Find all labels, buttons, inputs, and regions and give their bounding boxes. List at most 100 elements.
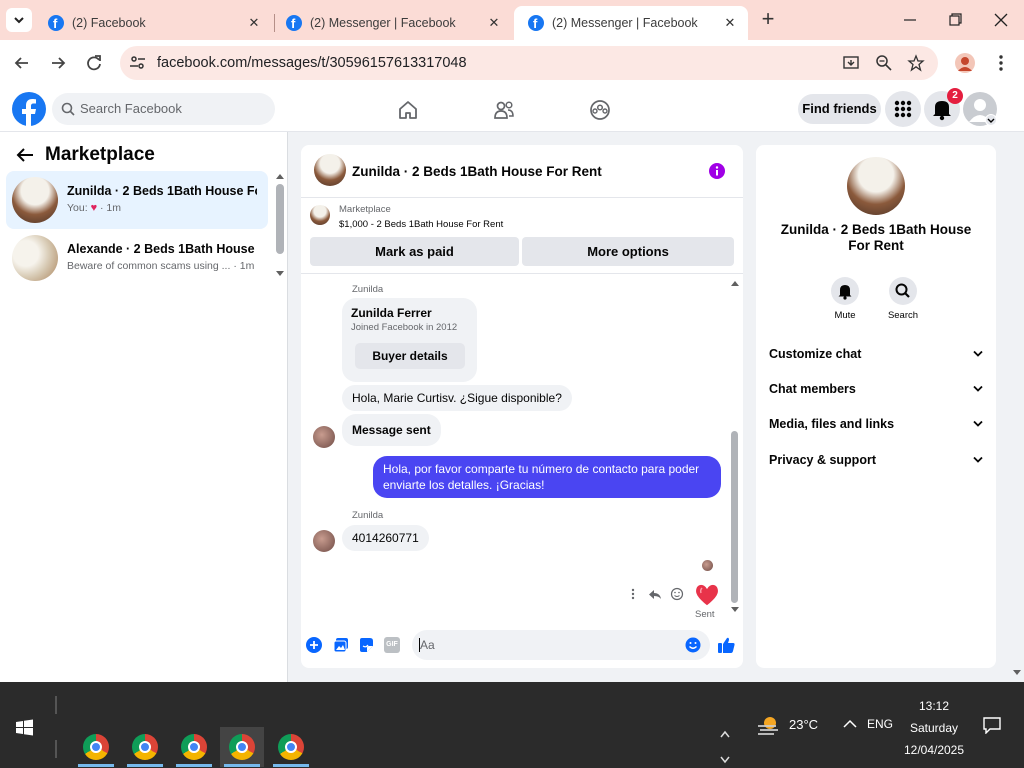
minimize-window-button[interactable] (888, 8, 932, 32)
customize-chat-section[interactable]: Customize chat (769, 347, 983, 367)
close-tab-icon[interactable]: ✕ (718, 15, 742, 31)
taskbar-chrome-window-5[interactable] (269, 727, 313, 767)
nav-home[interactable] (396, 98, 420, 122)
notification-center-button[interactable] (982, 716, 1002, 734)
browser-tab-3-active[interactable]: (2) Messenger | Facebook ✕ (514, 6, 748, 40)
nav-groups[interactable] (588, 98, 612, 122)
nav-friends[interactable] (492, 98, 516, 122)
address-bar[interactable]: facebook.com/messages/t/3059615761331704… (120, 46, 938, 80)
new-tab-button[interactable]: + (756, 7, 780, 31)
taskbar-scroll-arrows-icon (720, 730, 730, 764)
scrollbar-thumb[interactable] (276, 184, 284, 254)
scrollbar-thumb[interactable] (731, 431, 738, 603)
taskbar-chrome-window-1[interactable] (74, 727, 118, 767)
privacy-support-section[interactable]: Privacy & support (769, 453, 983, 473)
reload-button[interactable] (83, 52, 105, 74)
clock[interactable]: 13:12 Saturday 12/04/2025 (898, 695, 970, 761)
smiley-icon (670, 587, 684, 601)
message-bubble-incoming[interactable]: Message sent (342, 414, 441, 446)
mark-as-paid-button[interactable]: Mark as paid (310, 237, 519, 266)
like-button[interactable] (717, 636, 735, 654)
heart-sticker[interactable] (693, 582, 721, 608)
search-icon (895, 283, 910, 298)
chat-header-avatar[interactable] (314, 154, 346, 186)
close-window-button[interactable] (978, 8, 1022, 32)
gif-button[interactable]: GIF (384, 637, 400, 653)
menu-button[interactable] (885, 91, 921, 127)
clock-day: Saturday (909, 721, 959, 735)
more-actions-button[interactable] (306, 637, 322, 653)
facebook-favicon-icon (48, 15, 64, 31)
restore-window-button[interactable] (933, 8, 977, 32)
panel-title: Marketplace (45, 144, 155, 165)
conversation-title: Alexande · 2 Beds 1Bath House ... (67, 242, 257, 256)
page-scroll-down-icon[interactable] (1012, 668, 1022, 678)
facebook-search-input[interactable]: Search Facebook (52, 93, 275, 125)
info-avatar[interactable] (847, 157, 905, 215)
back-button[interactable] (11, 52, 33, 74)
reply-button[interactable] (648, 587, 662, 601)
react-button[interactable] (670, 587, 684, 601)
grid-menu-icon (894, 100, 912, 118)
mute-button[interactable] (831, 277, 859, 305)
start-button[interactable] (10, 714, 38, 742)
facebook-logo[interactable] (12, 92, 46, 126)
taskbar-chrome-window-3[interactable] (172, 727, 216, 767)
message-bubble-outgoing[interactable]: Hola, por favor comparte tu número de co… (373, 456, 721, 498)
forward-button[interactable] (47, 52, 69, 74)
chat-info-button[interactable] (709, 163, 725, 179)
temperature: 23°C (789, 717, 819, 732)
message-bubble-incoming[interactable]: 4014260771 (342, 525, 429, 551)
show-hidden-icons-button[interactable] (843, 718, 857, 730)
sticker-icon (360, 638, 373, 652)
list-scrollbar[interactable] (275, 172, 285, 278)
sticker-button[interactable] (358, 637, 374, 653)
close-tab-icon[interactable]: ✕ (482, 15, 506, 31)
buyer-details-button[interactable]: Buyer details (355, 343, 465, 369)
search-icon (61, 102, 75, 116)
browser-tab-strip: (2) Facebook ✕ (2) Messenger | Facebook … (0, 0, 1024, 40)
profile-avatar-button[interactable] (955, 53, 975, 73)
attach-photo-button[interactable] (333, 637, 349, 653)
chat-title[interactable]: Zunilda · 2 Beds 1Bath House For Rent (352, 164, 602, 179)
chevron-down-icon (14, 17, 24, 24)
message-input[interactable]: Aa (412, 630, 710, 660)
search-label: Search (887, 310, 919, 321)
zoom-icon[interactable] (875, 54, 893, 72)
emoji-icon[interactable] (685, 637, 701, 653)
taskbar-scroll[interactable] (718, 728, 732, 766)
media-files-links-section[interactable]: Media, files and links (769, 417, 983, 437)
listing-thumbnail-small (310, 205, 330, 225)
facebook-header: Search Facebook Find friends 2 (0, 86, 1024, 132)
conversation-item[interactable]: Alexande · 2 Beds 1Bath House ... Beware… (6, 229, 268, 287)
language-indicator[interactable]: ENG (867, 717, 893, 731)
conversation-item-active[interactable]: Zunilda · 2 Beds 1Bath House Fo... You: … (6, 171, 268, 229)
browser-tab-2[interactable]: (2) Messenger | Facebook ✕ (272, 6, 512, 40)
install-app-icon[interactable] (842, 54, 860, 72)
close-tab-icon[interactable]: ✕ (242, 15, 266, 31)
back-to-marketplace-button[interactable] (14, 144, 36, 166)
bookmark-star-icon[interactable] (907, 54, 925, 72)
tab-search-button[interactable] (6, 8, 32, 32)
chevron-down-icon (973, 420, 983, 427)
weather-widget[interactable]: 23°C (756, 714, 826, 736)
more-vertical-icon (631, 588, 635, 600)
notifications-button[interactable]: 2 (924, 88, 963, 127)
browser-menu-button[interactable] (994, 53, 1008, 73)
more-options-button[interactable]: More options (522, 237, 734, 266)
find-friends-button[interactable]: Find friends (798, 94, 881, 124)
search-conversation-button[interactable] (889, 277, 917, 305)
taskbar-chrome-window-4-active[interactable] (220, 727, 264, 767)
chat-members-section[interactable]: Chat members (769, 382, 983, 402)
home-icon (399, 101, 417, 119)
browser-tab-1[interactable]: (2) Facebook ✕ (34, 6, 272, 40)
message-more-button[interactable] (628, 587, 638, 601)
heart-sticker-icon (694, 583, 720, 607)
taskbar-chrome-window-2[interactable] (123, 727, 167, 767)
message-bubble-incoming[interactable]: Hola, Marie Curtisv. ¿Sigue disponible? (342, 385, 572, 411)
chat-info-panel: Zunilda · 2 Beds 1Bath House For Rent Mu… (756, 145, 996, 668)
listing-detail[interactable]: $1,000 - 2 Beds 1Bath House For Rent (339, 219, 503, 230)
account-avatar-button[interactable] (963, 92, 997, 126)
messages-scrollbar[interactable] (730, 279, 740, 615)
restore-icon (949, 13, 962, 26)
